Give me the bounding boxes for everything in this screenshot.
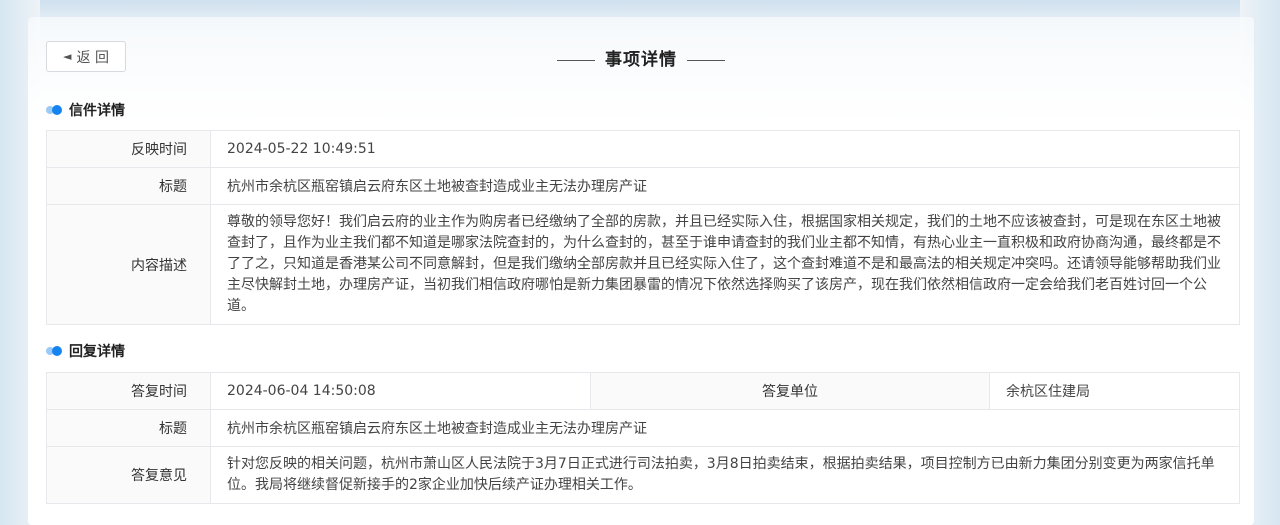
letter-section-heading: 信件详情	[46, 100, 125, 120]
reply-title-label: 标题	[46, 409, 211, 447]
table-row: 标题 杭州市余杭区瓶窑镇启云府东区土地被查封造成业主无法办理房产证	[46, 409, 1240, 447]
letter-section-title: 信件详情	[69, 103, 125, 119]
reply-section-heading: 回复详情	[46, 341, 125, 361]
letter-title-label: 标题	[46, 167, 211, 205]
content-description-label: 内容描述	[46, 204, 211, 325]
letter-detail-table: 反映时间 2024-05-22 10:49:51 标题 杭州市余杭区瓶窑镇启云府…	[46, 130, 1240, 325]
title-right-line	[687, 60, 725, 61]
blue-dots-icon	[46, 105, 62, 115]
reply-unit-value: 余杭区住建局	[989, 372, 1240, 410]
reply-opinion-value: 针对您反映的相关问题，杭州市萧山区人民法院于3月7日正式进行司法拍卖，3月8日拍…	[227, 456, 1215, 493]
reply-unit-label: 答复单位	[590, 372, 990, 410]
table-row: 答复时间 2024-06-04 14:50:08 答复单位 余杭区住建局	[46, 372, 1240, 410]
reflect-time-label: 反映时间	[46, 130, 211, 168]
reply-title-value: 杭州市余杭区瓶窑镇启云府东区土地被查封造成业主无法办理房产证	[210, 409, 1240, 447]
title-left-line	[557, 60, 595, 61]
reply-opinion-cell: 针对您反映的相关问题，杭州市萧山区人民法院于3月7日正式进行司法拍卖，3月8日拍…	[210, 446, 1240, 504]
page-title-text: 事项详情	[605, 50, 677, 70]
reply-time-value: 2024-06-04 14:50:08	[210, 372, 591, 410]
blue-dots-icon	[46, 346, 62, 356]
reply-opinion-label: 答复意见	[46, 446, 211, 504]
table-row: 反映时间 2024-05-22 10:49:51	[46, 130, 1240, 168]
content-description-cell: 尊敬的领导您好！我们启云府的业主作为购房者已经缴纳了全部的房款，并且已经实际入住…	[210, 204, 1240, 325]
reply-detail-table: 答复时间 2024-06-04 14:50:08 答复单位 余杭区住建局 标题 …	[46, 372, 1240, 504]
letter-title-value: 杭州市余杭区瓶窑镇启云府东区土地被查封造成业主无法办理房产证	[210, 167, 1240, 205]
reflect-time-value: 2024-05-22 10:49:51	[210, 130, 1240, 168]
table-row: 内容描述 尊敬的领导您好！我们启云府的业主作为购房者已经缴纳了全部的房款，并且已…	[46, 204, 1240, 325]
page-title: 事项详情	[28, 45, 1254, 70]
detail-panel: ◄ 返 回 事项详情 信件详情 反映时间 2024-05-22 10:49:51…	[28, 17, 1254, 525]
reply-section-title: 回复详情	[69, 344, 125, 360]
reply-time-label: 答复时间	[46, 372, 211, 410]
table-row: 答复意见 针对您反映的相关问题，杭州市萧山区人民法院于3月7日正式进行司法拍卖，…	[46, 446, 1240, 504]
table-row: 标题 杭州市余杭区瓶窑镇启云府东区土地被查封造成业主无法办理房产证	[46, 167, 1240, 205]
content-description-value: 尊敬的领导您好！我们启云府的业主作为购房者已经缴纳了全部的房款，并且已经实际入住…	[227, 214, 1221, 314]
